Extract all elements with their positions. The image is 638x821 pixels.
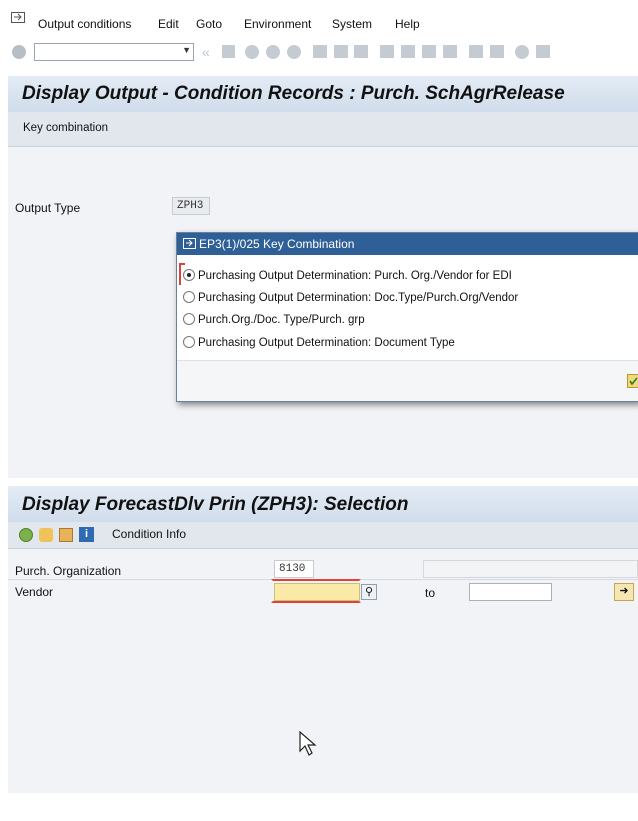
help-icon[interactable]: [515, 45, 529, 59]
enter-check-icon[interactable]: [12, 45, 26, 59]
page-title: Display Output - Condition Records : Pur…: [22, 83, 565, 104]
first-page-icon[interactable]: [380, 45, 394, 58]
find-icon[interactable]: [334, 45, 348, 58]
dialog-title-bar: EP3(1)/025 Key Combination: [177, 233, 638, 255]
vendor-label: Vendor: [15, 585, 54, 599]
dialog-window-icon: [183, 238, 196, 249]
exit-icon[interactable]: [266, 45, 280, 59]
purch-org-field[interactable]: 8130: [274, 560, 314, 578]
command-field[interactable]: ▼: [34, 43, 194, 61]
mouse-pointer-icon: [298, 730, 318, 757]
key-option-3-label: Purch.Org./Doc. Type/Purch. grp: [198, 314, 365, 326]
print-icon[interactable]: [313, 45, 327, 58]
focus-bracket-icon: [271, 579, 361, 603]
continue-check-icon[interactable]: [627, 374, 638, 388]
radio-selected-icon[interactable]: [183, 269, 195, 281]
structure-icon[interactable]: [39, 528, 53, 542]
dialog-footer: [177, 360, 638, 401]
previous-page-icon[interactable]: [401, 45, 415, 58]
shortcut-icon[interactable]: [490, 45, 504, 58]
cancel-icon[interactable]: [287, 45, 301, 59]
menu-help[interactable]: Help: [395, 17, 420, 31]
key-option-3[interactable]: Purch.Org./Doc. Type/Purch. grp: [183, 313, 365, 326]
output-type-label: Output Type: [15, 201, 81, 215]
purch-org-range-field: [423, 560, 638, 578]
menu-environment[interactable]: Environment: [244, 17, 311, 31]
menu-system[interactable]: System: [332, 17, 372, 31]
new-session-icon[interactable]: [469, 45, 483, 58]
selection-title: Display ForecastDlv Prin (ZPH3): Selecti…: [22, 494, 409, 515]
find-next-icon[interactable]: [354, 45, 368, 58]
info-icon[interactable]: i: [79, 527, 94, 542]
selection-toolbar: i Condition Info: [8, 522, 638, 549]
key-option-1-label: Purchasing Output Determination: Purch. …: [198, 270, 512, 282]
menu-edit[interactable]: Edit: [158, 17, 179, 31]
condition-info-button[interactable]: Condition Info: [112, 527, 186, 541]
purch-org-label: Purch. Organization: [15, 564, 122, 578]
key-option-4[interactable]: Purchasing Output Determination: Documen…: [183, 336, 455, 349]
radio-icon[interactable]: [183, 291, 195, 303]
window-menu-icon[interactable]: [11, 12, 25, 23]
selection-title-bar: Display ForecastDlv Prin (ZPH3): Selecti…: [8, 486, 638, 525]
radio-icon[interactable]: [183, 336, 195, 348]
output-type-field: ZPH3: [172, 197, 210, 215]
key-option-2-label: Purchasing Output Determination: Doc.Typ…: [198, 292, 519, 304]
radio-icon[interactable]: [183, 313, 195, 325]
next-page-icon[interactable]: [422, 45, 436, 58]
key-option-1[interactable]: Purchasing Output Determination: Purch. …: [183, 269, 512, 282]
execute-icon[interactable]: [19, 528, 33, 542]
back-icon[interactable]: [245, 45, 259, 59]
standard-toolbar: ▼ «: [0, 34, 638, 72]
key-combination-dialog: EP3(1)/025 Key Combination Purchasing Ou…: [176, 232, 638, 402]
copy-icon[interactable]: [59, 528, 73, 542]
back-nav-icon[interactable]: «: [202, 44, 210, 60]
screen-title-bar: Display Output - Condition Records : Pur…: [8, 76, 638, 113]
dialog-title: EP3(1)/025 Key Combination: [199, 237, 355, 251]
dropdown-arrow-icon[interactable]: ▼: [182, 45, 191, 55]
customize-layout-icon[interactable]: [536, 45, 550, 58]
search-help-icon[interactable]: ⚲: [361, 584, 377, 600]
save-icon[interactable]: [222, 45, 235, 58]
last-page-icon[interactable]: [443, 45, 457, 58]
multiple-selection-icon[interactable]: ➜: [614, 583, 634, 601]
key-option-4-label: Purchasing Output Determination: Documen…: [198, 337, 455, 349]
application-toolbar: Key combination: [8, 112, 638, 147]
menu-goto[interactable]: Goto: [196, 17, 222, 31]
vendor-to-field[interactable]: [469, 583, 552, 601]
menu-bar: Output conditions Edit Goto Environment …: [0, 0, 638, 35]
to-label: to: [425, 586, 436, 600]
key-option-2[interactable]: Purchasing Output Determination: Doc.Typ…: [183, 291, 518, 304]
key-combination-button[interactable]: Key combination: [23, 122, 108, 134]
menu-output-conditions[interactable]: Output conditions: [38, 17, 131, 31]
